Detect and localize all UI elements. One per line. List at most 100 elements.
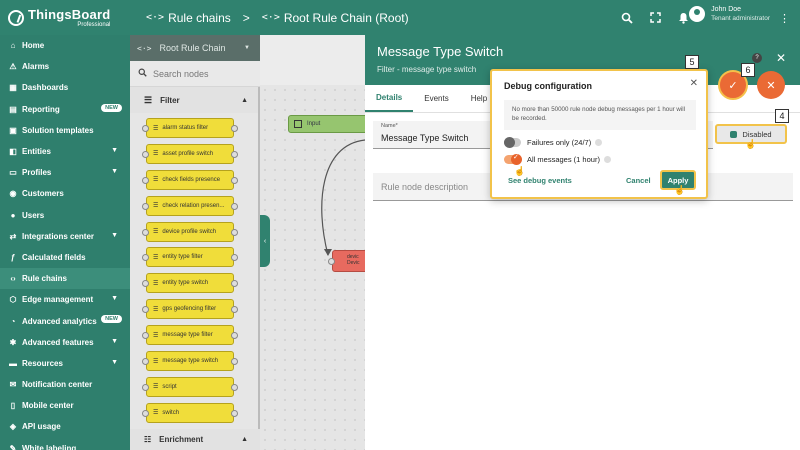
sidebar-item-api-usage[interactable]: ◈ API usage xyxy=(0,416,130,437)
library-node[interactable]: ☰ script xyxy=(142,376,238,397)
sidebar-item-users[interactable]: ● Users xyxy=(0,205,130,226)
rule-chain-canvas[interactable]: Input devic Devic ‹ xyxy=(260,35,372,450)
sidebar-item-home[interactable]: ⌂ Home xyxy=(0,35,130,56)
filter-icon: ☰ xyxy=(153,280,159,287)
sidebar-item-dashboards[interactable]: ▦ Dashboards xyxy=(0,77,130,98)
sidebar-item-customers[interactable]: ◉ Customers xyxy=(0,183,130,204)
sidebar-item-white-labeling[interactable]: ✎ White labeling xyxy=(0,438,130,450)
sidebar-item-label: Alarms xyxy=(22,62,50,72)
node-input-connector xyxy=(142,280,149,288)
breadcrumb-rule-chains[interactable]: <·> Rule chains xyxy=(146,11,231,25)
sidebar-item-calculated-fields[interactable]: ƒ Calculated fields xyxy=(0,247,130,268)
brand[interactable]: ThingsBoard Professional xyxy=(0,0,130,35)
info-icon xyxy=(603,156,611,163)
sidebar-item-entities[interactable]: ◧ Entities ▼ xyxy=(0,141,130,162)
node-input-connector xyxy=(142,358,149,366)
sidebar-item-advanced-features[interactable]: ✱ Advanced features ▼ xyxy=(0,332,130,353)
more-vert-icon[interactable]: ⋮ xyxy=(779,12,790,25)
failures-only-option[interactable]: Failures only (24/7) xyxy=(504,137,603,148)
library-node[interactable]: ☰ entity type switch xyxy=(142,273,238,294)
section-filter[interactable]: ☰ Filter ▲ xyxy=(130,87,260,113)
failures-only-toggle[interactable] xyxy=(504,137,521,148)
search-icon[interactable] xyxy=(620,11,634,25)
library-node[interactable]: ☰ device profile switch xyxy=(142,221,238,242)
library-node[interactable]: ☰ alarm status filter xyxy=(142,118,238,138)
fullscreen-icon[interactable] xyxy=(648,11,662,25)
tab-details[interactable]: Details xyxy=(365,85,414,112)
discard-changes-button[interactable]: ✕ xyxy=(757,71,785,99)
enrichment-icon: ☷ xyxy=(144,435,152,444)
sidebar-item-integrations-center[interactable]: ⇄ Integrations center ▼ xyxy=(0,226,130,247)
all-messages-option[interactable]: All messages (1 hour) xyxy=(504,153,611,165)
close-icon[interactable]: ✕ xyxy=(776,51,786,65)
node-search[interactable]: Search nodes xyxy=(130,61,260,87)
thingsboard-logo-icon xyxy=(8,9,24,26)
section-enrichment[interactable]: ☷ Enrichment ▲ xyxy=(130,429,260,450)
node-input-connector xyxy=(142,150,149,158)
sidebar-item-label: Solution templates xyxy=(22,125,94,135)
avatar[interactable] xyxy=(689,6,706,22)
sidebar-item-notification-center[interactable]: ✉ Notification center xyxy=(0,374,130,395)
cancel-button[interactable]: Cancel xyxy=(626,176,651,185)
sidebar-item-alarms[interactable]: ⚠ Alarms xyxy=(0,56,130,77)
chevron-up-icon: ▲ xyxy=(241,436,248,443)
input-node[interactable]: Input xyxy=(288,115,368,133)
home-icon: ⌂ xyxy=(10,41,16,51)
mobile-icon: ▯ xyxy=(10,401,16,411)
entities-icon: ◧ xyxy=(9,147,17,157)
sidebar-item-rule-chains[interactable]: ‹› Rule chains xyxy=(0,268,130,290)
node-connector[interactable] xyxy=(328,258,335,265)
library-node[interactable]: ☰ check relation presen... xyxy=(142,195,238,216)
library-node-label: switch xyxy=(162,409,180,416)
user-menu-area[interactable]: John Doe Tenant administrator xyxy=(689,6,770,22)
library-node[interactable]: ☰ entity type filter xyxy=(142,247,238,268)
filter-icon: ☰ xyxy=(153,358,159,365)
see-debug-events-link[interactable]: See debug events xyxy=(508,176,572,185)
popup-title: Debug configuration xyxy=(504,81,592,91)
section-enrichment-label: Enrichment xyxy=(159,435,204,444)
section-filter-label: Filter xyxy=(160,95,180,105)
library-node[interactable]: ☰ asset profile switch xyxy=(142,143,238,164)
step-marker-6: 6 xyxy=(741,63,755,77)
sidebar-item-mobile-center[interactable]: ▯ Mobile center xyxy=(0,395,130,416)
library-node[interactable]: ☰ message type filter xyxy=(142,325,238,346)
node-list: ☰ alarm status filter ☰ asset profile switc… xyxy=(130,113,260,423)
library-node-label: check fields presence xyxy=(162,176,221,183)
node-input-connector xyxy=(142,409,149,417)
sidebar-item-solution-templates[interactable]: ▣ Solution templates xyxy=(0,120,130,141)
report-icon: ▤ xyxy=(9,104,17,114)
panel-title: Message Type Switch xyxy=(377,44,504,59)
sidebar-item-profiles[interactable]: ▭ Profiles ▼ xyxy=(0,162,130,183)
sidebar-item-label: Reporting xyxy=(22,104,60,114)
sidebar-item-label: Advanced features xyxy=(22,337,94,347)
library-node[interactable]: ☰ check fields presence xyxy=(142,169,238,190)
input-icon xyxy=(294,120,302,128)
chevron-down-icon: ▼ xyxy=(111,168,118,176)
collapse-library-handle[interactable]: ‹ xyxy=(260,215,270,267)
close-icon[interactable]: ✕ xyxy=(690,78,698,89)
analytics-icon: ◔ xyxy=(10,316,16,326)
rule-chain-select[interactable]: <·> Root Rule Chain ▼ xyxy=(130,35,260,61)
sidebar-item-reporting[interactable]: ▤ Reporting NEW xyxy=(0,99,130,120)
all-messages-toggle[interactable] xyxy=(504,153,522,165)
rule-chain-select-value: Root Rule Chain xyxy=(159,43,226,53)
library-node[interactable]: ☰ message type switch xyxy=(142,351,238,372)
library-node[interactable]: ☰ gps geofencing filter xyxy=(142,299,238,320)
sidebar-item-label: Calculated fields xyxy=(22,252,86,262)
debug-config-popup: Debug configuration ✕ No more than 50000… xyxy=(490,69,708,199)
node-search-input[interactable]: Search nodes xyxy=(153,69,209,79)
library-node[interactable]: ☰ switch xyxy=(142,402,238,423)
filter-icon: ☰ xyxy=(153,254,159,261)
sidebar-item-edge-management[interactable]: ⬡ Edge management ▼ xyxy=(0,289,130,310)
bell-icon[interactable] xyxy=(676,11,690,25)
tab-events[interactable]: Events xyxy=(413,85,459,112)
node-input-connector xyxy=(142,176,149,184)
library-node-label: message type switch xyxy=(162,358,219,365)
sidebar-item-resources[interactable]: ▬ Resources ▼ xyxy=(0,353,130,374)
notification-icon: ✉ xyxy=(9,380,17,390)
sidebar-item-advanced-analytics[interactable]: ◔ Advanced analytics NEW xyxy=(0,310,130,331)
brand-subtitle: Professional xyxy=(77,21,111,28)
integrations-icon: ⇄ xyxy=(9,231,17,241)
breadcrumb-label: Root Rule Chain (Root) xyxy=(283,10,409,25)
sidebar-item-label: Dashboards xyxy=(22,83,69,93)
